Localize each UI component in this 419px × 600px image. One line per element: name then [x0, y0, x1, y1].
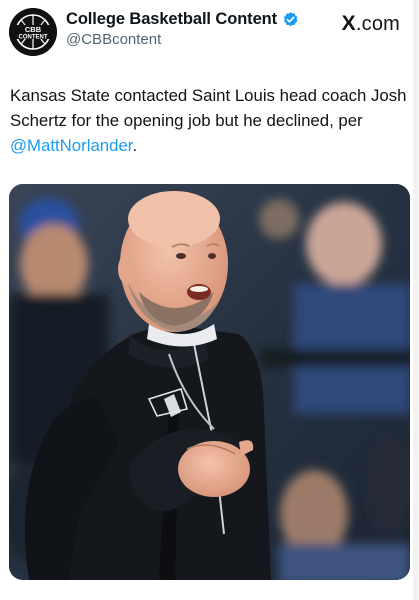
mention-link[interactable]: @MattNorlander	[10, 136, 132, 155]
x-letter: X	[341, 12, 356, 35]
verified-badge-icon	[283, 12, 298, 27]
tweet-header: CBB CONTENT College Basketball Content @…	[0, 0, 419, 70]
x-logo: X.com	[342, 12, 400, 36]
x-domain-suffix: .com	[355, 13, 400, 35]
scrollbar-track	[413, 0, 419, 600]
tweet-photo[interactable]	[9, 184, 410, 580]
avatar[interactable]: CBB CONTENT	[9, 8, 57, 56]
coach-photo-image	[9, 184, 410, 580]
tweet-text: Kansas State contacted Saint Louis head …	[10, 83, 410, 158]
cbb-logo-icon: CBB CONTENT	[9, 8, 57, 56]
tweet-text-body: Kansas State contacted Saint Louis head …	[10, 86, 407, 130]
avatar-text-bottom: CONTENT	[19, 35, 48, 41]
tweet-text-end: .	[132, 136, 138, 155]
avatar-text-top: CBB	[25, 25, 42, 34]
handle[interactable]: @CBBcontent	[66, 31, 161, 48]
display-name[interactable]: College Basketball Content	[66, 10, 277, 29]
name-row: College Basketball Content	[66, 10, 299, 29]
